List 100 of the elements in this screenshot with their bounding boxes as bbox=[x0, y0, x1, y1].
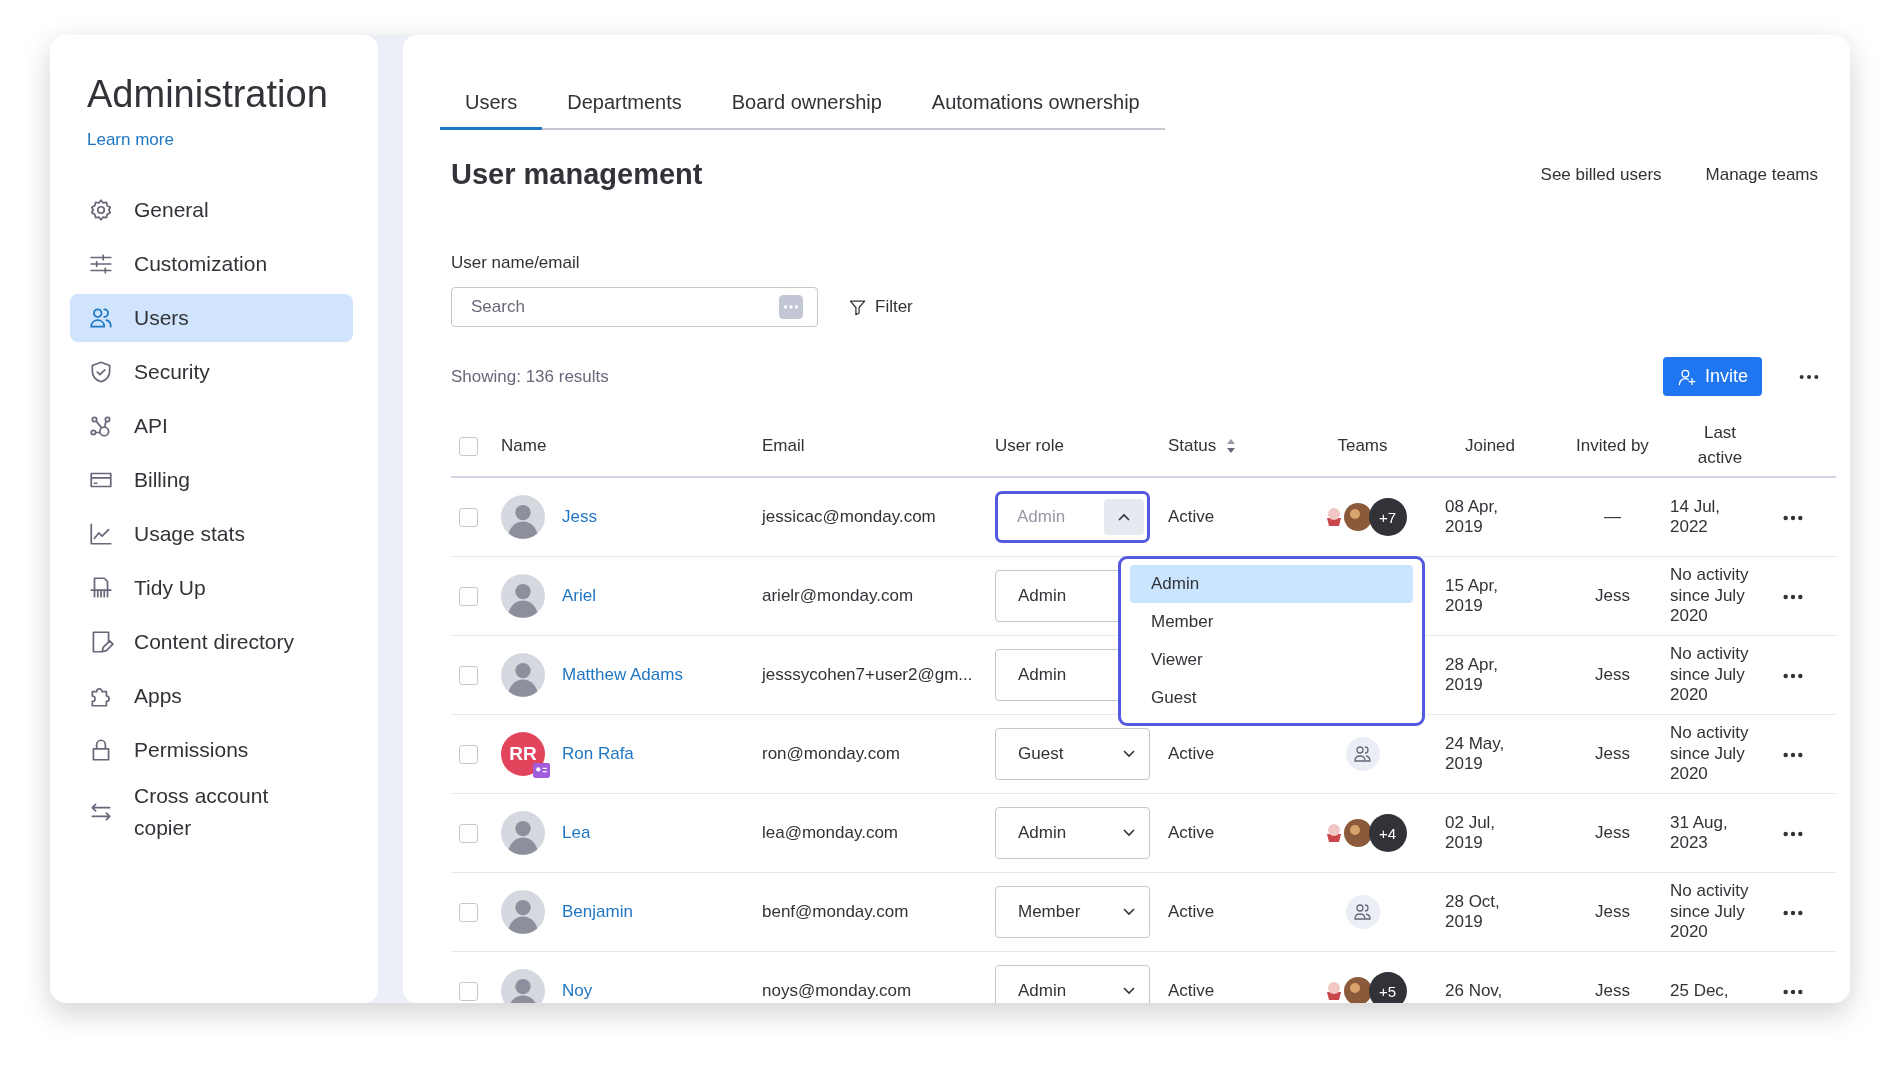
inviter-text: Jess bbox=[1595, 744, 1630, 764]
caret-icon bbox=[1123, 908, 1135, 916]
sidebar-item[interactable]: Billing bbox=[70, 456, 353, 504]
avatar-icon bbox=[501, 811, 545, 855]
sidebar-item[interactable]: Cross account copier bbox=[70, 780, 353, 843]
inviter-text: Jess bbox=[1595, 586, 1630, 606]
inviter-text: Jess bbox=[1595, 823, 1630, 843]
sidebar-item[interactable]: Customization bbox=[70, 240, 353, 288]
last-active-text: 31 Aug, 2023 bbox=[1670, 812, 1729, 854]
sidebar-item[interactable]: Tidy Up bbox=[70, 564, 353, 612]
tab[interactable]: Users bbox=[440, 79, 543, 130]
sidebar-item[interactable]: Apps bbox=[70, 672, 353, 720]
column-header[interactable]: Status bbox=[1168, 436, 1217, 456]
role-dropdown[interactable]: Member bbox=[995, 886, 1150, 938]
user-name-link[interactable]: Ariel bbox=[562, 586, 596, 606]
sidebar-item[interactable]: Security bbox=[70, 348, 353, 396]
team-count-badge: +5 bbox=[1368, 972, 1407, 1003]
avatar-icon bbox=[501, 574, 545, 618]
more-icon[interactable] bbox=[1798, 372, 1820, 381]
email-text: jessicac@monday.com bbox=[762, 507, 936, 526]
joined-date: 28 Apr, 2019 bbox=[1444, 654, 1499, 696]
row-checkbox[interactable] bbox=[459, 902, 478, 922]
sort-icon[interactable] bbox=[1226, 438, 1237, 454]
team-avatar bbox=[1342, 818, 1373, 848]
last-active-text: No activity since July 2020 bbox=[1670, 881, 1750, 943]
sidebar-item[interactable]: Permissions bbox=[70, 726, 353, 774]
role-dropdown[interactable]: Admin bbox=[995, 965, 1150, 1003]
column-header: User role bbox=[995, 436, 1064, 455]
shredder-icon bbox=[88, 575, 114, 601]
header-link[interactable]: Manage teams bbox=[1705, 164, 1818, 185]
learn-more-link[interactable]: Learn more bbox=[87, 130, 378, 150]
sidebar-item[interactable]: Users bbox=[70, 294, 353, 342]
menu-option[interactable]: Admin bbox=[1130, 565, 1413, 603]
status-text: Active bbox=[1168, 823, 1215, 843]
avatar-icon bbox=[501, 495, 545, 539]
joined-date: 02 Jul, 2019 bbox=[1444, 812, 1497, 854]
more-icon[interactable] bbox=[1782, 593, 1804, 601]
sidebar-item[interactable]: General bbox=[70, 186, 353, 234]
guest-badge-icon bbox=[533, 763, 550, 778]
inviter-text: Jess bbox=[1595, 902, 1630, 922]
search-field[interactable]: Search bbox=[451, 287, 818, 327]
avatar-icon bbox=[501, 969, 545, 1003]
row-checkbox[interactable] bbox=[459, 586, 478, 606]
caret-icon bbox=[1123, 829, 1135, 837]
header-link[interactable]: See billed users bbox=[1540, 164, 1662, 185]
email-text: jesssycohen7+user2@gm... bbox=[762, 665, 973, 684]
team-icon bbox=[1345, 737, 1380, 771]
inviter-text: Jess bbox=[1595, 665, 1630, 685]
tab[interactable]: Automations ownership bbox=[906, 79, 1165, 130]
inviter-text: Jess bbox=[1595, 981, 1630, 1001]
user-name-link[interactable]: Noy bbox=[562, 981, 593, 1001]
column-header: Teams bbox=[1337, 436, 1388, 456]
sidebar-item[interactable]: Content directory bbox=[70, 618, 353, 666]
more-icon[interactable] bbox=[1782, 830, 1804, 838]
team-avatar bbox=[1342, 502, 1373, 532]
more-icon[interactable] bbox=[1782, 909, 1804, 917]
row-checkbox[interactable] bbox=[459, 744, 478, 764]
sidebar-item[interactable]: API bbox=[70, 402, 353, 450]
caret-icon bbox=[1123, 750, 1135, 758]
status-text: Active bbox=[1168, 902, 1215, 922]
last-active-text: No activity since July 2020 bbox=[1670, 565, 1750, 627]
caret-icon bbox=[1104, 499, 1144, 535]
row-checkbox[interactable] bbox=[459, 823, 478, 843]
row-checkbox[interactable] bbox=[459, 981, 478, 1001]
joined-date: 08 Apr, 2019 bbox=[1444, 496, 1499, 538]
sidebar-item[interactable]: Usage stats bbox=[70, 510, 353, 558]
role-dropdown[interactable]: Guest bbox=[995, 728, 1150, 780]
row-checkbox[interactable] bbox=[459, 507, 478, 527]
avatar-icon bbox=[501, 890, 545, 934]
nodes-icon bbox=[88, 413, 114, 439]
column-header: Name bbox=[501, 436, 547, 456]
email-text: noys@monday.com bbox=[762, 981, 912, 1000]
last-active-text: No activity since July 2020 bbox=[1670, 723, 1750, 785]
user-name-link[interactable]: Matthew Adams bbox=[562, 665, 683, 685]
last-active-text: No activity since July 2020 bbox=[1670, 644, 1750, 706]
row-checkbox[interactable] bbox=[459, 665, 478, 685]
role-dropdown[interactable]: Admin bbox=[995, 807, 1150, 859]
gear-icon bbox=[88, 197, 114, 223]
more-icon[interactable] bbox=[1782, 988, 1804, 996]
user-name-link[interactable]: Lea bbox=[562, 823, 591, 843]
filter-button[interactable]: Filter bbox=[848, 297, 913, 317]
user-name-link[interactable]: Jess bbox=[562, 507, 597, 527]
results-count: Showing: 136 results bbox=[451, 366, 610, 387]
more-icon[interactable] bbox=[1782, 514, 1804, 522]
invite-button[interactable]: Invite bbox=[1662, 357, 1762, 396]
more-icon[interactable] bbox=[1782, 672, 1804, 680]
email-text: ron@monday.com bbox=[762, 744, 900, 763]
joined-date: 15 Apr, 2019 bbox=[1444, 575, 1499, 617]
last-active-text: 14 Jul, 2022 bbox=[1670, 496, 1722, 538]
tab[interactable]: Departments bbox=[542, 79, 707, 130]
column-header: Last active bbox=[1696, 422, 1744, 469]
email-text: benf@monday.com bbox=[762, 902, 909, 921]
inviter-text: — bbox=[1604, 507, 1621, 527]
select-all-checkbox[interactable] bbox=[459, 436, 478, 456]
tab[interactable]: Board ownership bbox=[706, 79, 907, 130]
avatar-icon bbox=[501, 653, 545, 697]
last-active-text: 25 Dec, bbox=[1670, 980, 1730, 1002]
more-icon[interactable] bbox=[1782, 751, 1804, 759]
user-name-link[interactable]: Benjamin bbox=[562, 902, 633, 922]
user-name-link[interactable]: Ron Rafa bbox=[562, 744, 634, 764]
